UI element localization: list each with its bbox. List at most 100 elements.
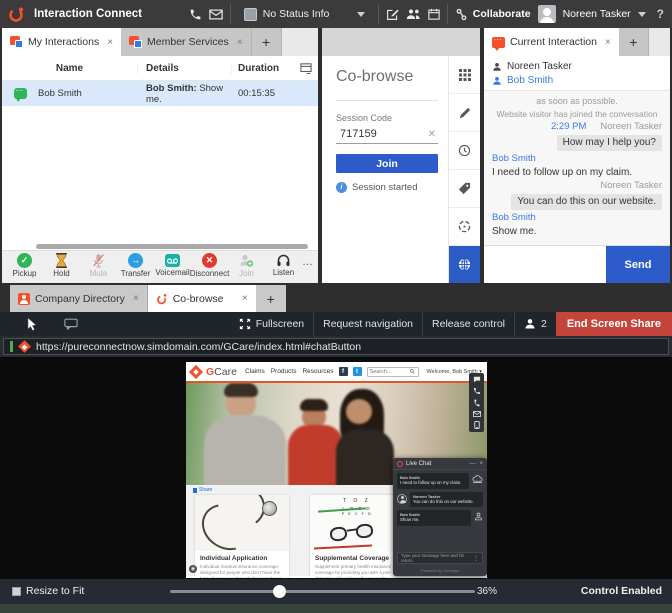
url-field[interactable]: https://pureconnectnow.simdomain.com/GCa… bbox=[3, 338, 669, 355]
twitter-icon[interactable]: t bbox=[353, 367, 362, 376]
card-individual-application[interactable]: Individual Application Individual medica… bbox=[195, 495, 289, 578]
widget-mobile-icon[interactable] bbox=[474, 421, 480, 429]
send-button[interactable]: Send bbox=[606, 246, 670, 283]
share-button[interactable]: Share bbox=[193, 487, 212, 493]
more-options-button[interactable]: … bbox=[302, 256, 314, 268]
request-navigation-button[interactable]: Request navigation bbox=[314, 312, 422, 336]
kebab-menu-icon[interactable]: ⋮ bbox=[473, 555, 479, 562]
top-bar: Interaction Connect No Status Info Colla… bbox=[0, 0, 672, 28]
end-screen-share-button[interactable]: End Screen Share bbox=[556, 312, 672, 336]
close-icon[interactable]: × bbox=[242, 293, 248, 304]
widget-email-icon[interactable] bbox=[473, 411, 481, 417]
session-code-input[interactable]: 717159 ✕ bbox=[336, 127, 438, 144]
minimize-icon[interactable]: — bbox=[469, 461, 475, 467]
join-button[interactable]: Join bbox=[228, 253, 265, 278]
close-icon[interactable]: × bbox=[237, 37, 243, 48]
column-header-duration[interactable]: Duration bbox=[232, 63, 292, 74]
collaborate-button[interactable]: Collaborate bbox=[455, 8, 531, 21]
widget-chat-icon[interactable] bbox=[473, 376, 481, 383]
column-settings-icon[interactable] bbox=[292, 63, 318, 74]
close-icon[interactable]: × bbox=[605, 37, 611, 48]
listen-button[interactable]: Listen bbox=[265, 253, 302, 277]
disconnect-button[interactable]: ✕ Disconnect bbox=[191, 253, 228, 278]
sidebar-item-tags[interactable] bbox=[449, 170, 480, 208]
live-chat-logo-icon bbox=[397, 461, 403, 467]
cursor-icon bbox=[26, 317, 38, 331]
close-icon[interactable]: × bbox=[133, 293, 139, 304]
live-chat-input[interactable]: Type your message here and hit return. ⋮ bbox=[397, 552, 483, 564]
mute-button[interactable]: Mute bbox=[80, 253, 117, 278]
chat-transcript[interactable]: as soon as possible. Website visitor has… bbox=[484, 90, 670, 245]
hold-button[interactable]: Hold bbox=[43, 253, 80, 278]
screenshare-toolbar: Fullscreen Request navigation Release co… bbox=[0, 312, 672, 336]
column-header-details[interactable]: Details bbox=[138, 63, 232, 74]
chat-tool-button[interactable] bbox=[64, 318, 78, 330]
resize-to-fit-checkbox[interactable] bbox=[12, 587, 21, 596]
close-icon[interactable]: × bbox=[107, 37, 113, 48]
user-chevron-down-icon[interactable] bbox=[638, 12, 646, 17]
system-message: Website visitor has joined the conversat… bbox=[492, 109, 662, 119]
voicemail-icon bbox=[165, 254, 180, 267]
pointer-tool-button[interactable] bbox=[26, 317, 38, 331]
transfer-button[interactable]: → Transfer bbox=[117, 253, 154, 278]
row-details: Bob Smith: Show me. bbox=[138, 83, 232, 105]
column-header-name[interactable]: Name bbox=[2, 63, 138, 74]
clear-icon[interactable]: ✕ bbox=[428, 129, 436, 140]
site-search[interactable] bbox=[367, 367, 419, 377]
facebook-icon[interactable]: f bbox=[339, 367, 348, 376]
sidebar-item-apps[interactable] bbox=[449, 56, 480, 94]
table-row[interactable]: Bob Smith Bob Smith: Show me. 00:15:35 bbox=[2, 81, 318, 106]
tab-company-directory[interactable]: Company Directory × bbox=[10, 285, 148, 312]
nav-products[interactable]: Products bbox=[271, 368, 297, 375]
widget-callback-icon[interactable] bbox=[473, 387, 481, 395]
calendar-icon[interactable] bbox=[428, 8, 440, 20]
compose-icon[interactable] bbox=[386, 8, 399, 21]
widget-phone-icon[interactable] bbox=[473, 399, 481, 407]
sidebar-item-notes[interactable] bbox=[449, 94, 480, 132]
card-title: Supplemental Coverage bbox=[315, 555, 399, 562]
message-input[interactable] bbox=[484, 246, 606, 283]
participant-name: Noreen Tasker bbox=[507, 61, 572, 72]
status-indicator-icon bbox=[244, 8, 257, 21]
scrollbar-thumb[interactable] bbox=[36, 244, 308, 249]
zoom-slider-thumb[interactable] bbox=[273, 585, 286, 598]
add-tab-button[interactable]: + bbox=[252, 28, 282, 56]
nav-claims[interactable]: Claims bbox=[245, 368, 265, 375]
viewer-count[interactable]: 2 bbox=[515, 312, 556, 336]
join-session-button[interactable]: Join bbox=[336, 154, 438, 173]
join-person-icon bbox=[239, 253, 254, 268]
search-input[interactable] bbox=[370, 369, 408, 375]
add-tab-button[interactable]: + bbox=[256, 285, 286, 312]
cloud-person-icon bbox=[472, 475, 483, 489]
help-button[interactable]: ? bbox=[657, 7, 664, 21]
horizontal-scrollbar[interactable] bbox=[2, 243, 318, 250]
phone-icon[interactable] bbox=[189, 8, 202, 21]
card-supplemental-coverage[interactable]: T O Z L P E D P E C F D Supplemental Cov… bbox=[310, 495, 404, 578]
session-code-value[interactable]: 717159 bbox=[340, 128, 428, 140]
sidebar-item-history[interactable] bbox=[449, 132, 480, 170]
voicemail-button[interactable]: Voicemail bbox=[154, 253, 191, 277]
sidebar-item-target[interactable] bbox=[449, 208, 480, 246]
user-avatar[interactable] bbox=[538, 5, 556, 23]
people-icon[interactable] bbox=[406, 8, 421, 20]
accessibility-icon[interactable]: ◉ bbox=[189, 565, 197, 573]
pickup-button[interactable]: ✓ Pickup bbox=[6, 253, 43, 278]
fullscreen-button[interactable]: Fullscreen bbox=[230, 312, 313, 336]
tab-current-interaction[interactable]: Current Interaction × bbox=[484, 28, 619, 56]
status-dropdown[interactable]: No Status Info bbox=[238, 0, 371, 28]
participant-agent[interactable]: Noreen Tasker bbox=[492, 61, 662, 72]
sidebar-item-cobrowse[interactable] bbox=[449, 246, 480, 283]
tab-cobrowse[interactable]: Co-browse × bbox=[148, 285, 256, 312]
tab-my-interactions[interactable]: My Interactions × bbox=[2, 28, 121, 56]
mail-icon[interactable] bbox=[209, 9, 223, 20]
tab-member-services[interactable]: Member Services × bbox=[121, 28, 252, 56]
zoom-slider-track[interactable] bbox=[170, 590, 475, 593]
participant-visitor[interactable]: Bob Smith bbox=[492, 75, 662, 86]
workspace-tab-bar: Company Directory × Co-browse × + bbox=[0, 285, 672, 312]
release-control-button[interactable]: Release control bbox=[423, 312, 514, 336]
user-name[interactable]: Noreen Tasker bbox=[563, 8, 631, 20]
close-icon[interactable]: × bbox=[479, 461, 483, 467]
screenshare-viewport[interactable]: GCare Claims Products Resources f t Welc… bbox=[0, 357, 672, 579]
nav-resources[interactable]: Resources bbox=[302, 368, 333, 375]
add-tab-button[interactable]: + bbox=[619, 28, 649, 56]
